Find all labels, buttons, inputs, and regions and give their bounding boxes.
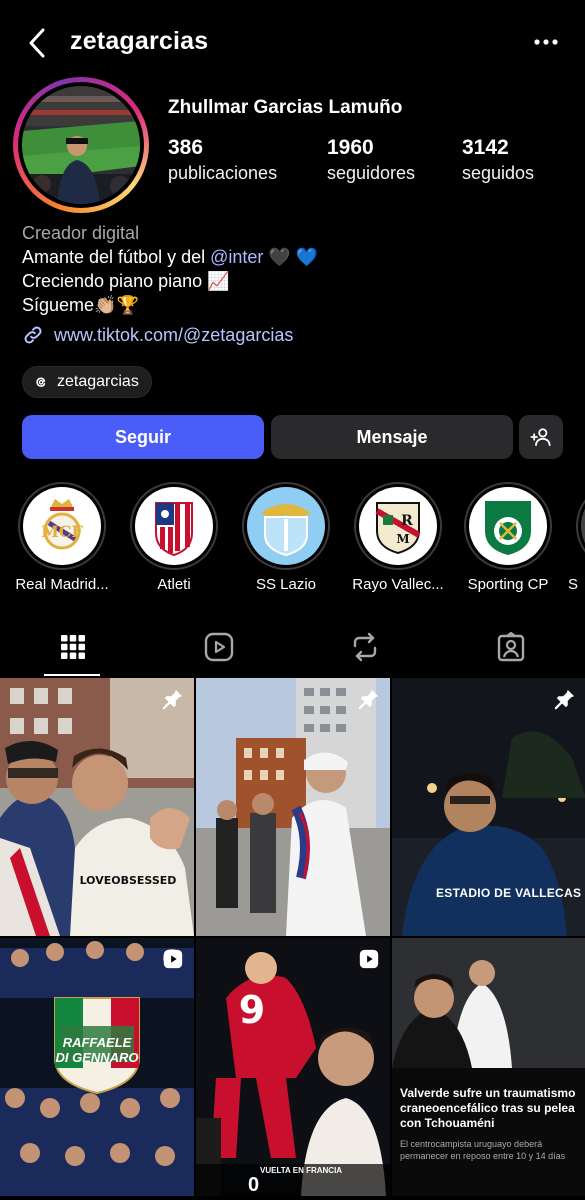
sporting-crest-icon: [473, 491, 543, 561]
threads-handle: zetagarcias: [57, 373, 139, 390]
post-caption: ESTADIO DE VALLECAS: [436, 886, 582, 900]
grid-post[interactable]: Valverde sufre un traumatismo craneoence…: [392, 938, 585, 1196]
highlight-label: Rayo Vallec...: [352, 576, 444, 593]
suggest-people-button[interactable]: [519, 415, 563, 459]
followers-count: 1960: [327, 136, 374, 159]
tab-reposts[interactable]: [292, 618, 438, 676]
ellipsis-icon: [534, 39, 558, 45]
pinned-badge: [554, 688, 576, 715]
profile-full-name: Zhullmar Garcias Lamuño: [168, 97, 403, 118]
post-subtext: El centrocampista uruguayo deberá perman…: [400, 1139, 566, 1161]
top-bar: zetagarcias: [0, 0, 585, 86]
followers-label: seguidores: [327, 163, 416, 183]
grid-post[interactable]: LOVEOBSESSED: [0, 678, 194, 936]
tab-posts[interactable]: [0, 618, 146, 676]
story-ring[interactable]: [13, 77, 149, 213]
highlight-sporting-cp[interactable]: Sporting CP: [456, 482, 560, 593]
highlight-label: S: [568, 576, 579, 593]
tagged-icon: [497, 632, 525, 662]
grid-post[interactable]: 9 VUELTA EN FRANCIA 0: [196, 938, 390, 1196]
svg-text:M: M: [396, 532, 409, 546]
bio-line-2: Creciendo piano piano 📈: [22, 271, 230, 291]
active-tab-indicator: [44, 674, 100, 676]
bio-mention-link[interactable]: @inter: [210, 247, 263, 267]
posts-label: publicaciones: [168, 163, 278, 183]
profile-category: Creador digital: [22, 223, 140, 243]
score-value: 0: [248, 1174, 260, 1196]
pinned-badge: [162, 688, 184, 715]
bio-link-url: www.tiktok.com/@zetagarcias: [54, 324, 294, 345]
real-madrid-crest-icon: MCF: [27, 491, 97, 561]
message-button[interactable]: Mensaje: [271, 415, 513, 459]
reel-badge: [162, 948, 184, 975]
caption-line-1: RAFFAELE: [62, 1035, 132, 1050]
add-person-icon: [530, 428, 551, 447]
svg-text:MCF: MCF: [41, 522, 83, 541]
pin-icon: [162, 689, 183, 710]
profile-username: zetagarcias: [70, 27, 209, 55]
post-headline: Valverde sufre un traumatismo craneoence…: [400, 1086, 576, 1130]
lazio-crest-icon: [251, 491, 321, 561]
atletico-crest-icon: [139, 491, 209, 561]
reel-icon: [359, 949, 379, 969]
repost-icon: [353, 632, 377, 662]
highlight-label: Sporting CP: [467, 576, 549, 593]
threads-badge[interactable]: zetagarcias: [22, 366, 152, 398]
profile-tabs: [0, 618, 585, 676]
profile-bio: Creador digital Amante del fútbol y del …: [22, 221, 567, 317]
bio-emoji: 🖤 💙: [263, 247, 319, 267]
chevron-left-icon: [29, 28, 45, 58]
back-button[interactable]: [22, 26, 52, 60]
shirt-text: LOVEOBSESSED: [80, 874, 177, 887]
highlight-ss-lazio[interactable]: SS Lazio: [234, 482, 338, 593]
bio-line-1: Amante del fútbol y del @inter 🖤 💙: [22, 245, 567, 269]
bio-external-link[interactable]: www.tiktok.com/@zetagarcias: [22, 324, 293, 346]
pin-icon: [358, 689, 379, 710]
caption-line-2: DI GENNARO: [55, 1050, 139, 1065]
highlight-atleti[interactable]: Atleti: [122, 482, 226, 593]
svg-text:R: R: [401, 513, 413, 529]
stat-posts: 386 publicaciones: [168, 136, 277, 184]
highlight-label: Real Madrid...: [15, 576, 109, 593]
grid-icon: [61, 635, 85, 659]
grid-post[interactable]: RAFFAELE DI GENNARO: [0, 938, 194, 1196]
pin-icon: [554, 689, 575, 710]
grid-post[interactable]: ESTADIO DE VALLECAS: [392, 678, 585, 936]
grid-post[interactable]: [196, 678, 390, 936]
profile-avatar[interactable]: [22, 86, 140, 204]
shirt-number: 9: [239, 988, 265, 1032]
post-caption: RAFFAELE DI GENNARO: [38, 1035, 156, 1065]
tab-tagged[interactable]: [438, 618, 584, 676]
reels-icon: [204, 632, 234, 662]
follow-button[interactable]: Seguir: [22, 415, 264, 459]
bio-text: Amante del fútbol y del: [22, 247, 211, 267]
highlight-rayo-vallecano[interactable]: R M Rayo Vallec...: [346, 482, 450, 593]
reel-icon: [163, 949, 183, 969]
posts-count: 386: [168, 136, 204, 159]
threads-icon: [36, 377, 46, 387]
following-count: 3142: [462, 136, 509, 159]
stat-following[interactable]: 3142 seguidos: [462, 136, 534, 184]
story-highlights: MCF Real Madrid... Atleti SS Lazio R M R…: [0, 482, 585, 597]
highlight-label: SS Lazio: [255, 576, 317, 593]
score-label: VUELTA EN FRANCIA: [260, 1166, 343, 1175]
rayo-crest-icon: R M: [363, 491, 433, 561]
tab-reels[interactable]: [146, 618, 292, 676]
pinned-badge: [358, 688, 380, 715]
link-icon: [24, 326, 42, 344]
highlight-label: Atleti: [157, 576, 191, 593]
bio-line-3: Sígueme👏🏼🏆: [22, 295, 139, 315]
reel-badge: [358, 948, 380, 975]
more-options-button[interactable]: [533, 30, 559, 54]
highlight-real-madrid[interactable]: MCF Real Madrid...: [10, 482, 114, 593]
following-label: seguidos: [462, 163, 535, 183]
highlight-partial[interactable]: S: [568, 482, 585, 593]
stat-followers[interactable]: 1960 seguidores: [327, 136, 415, 184]
